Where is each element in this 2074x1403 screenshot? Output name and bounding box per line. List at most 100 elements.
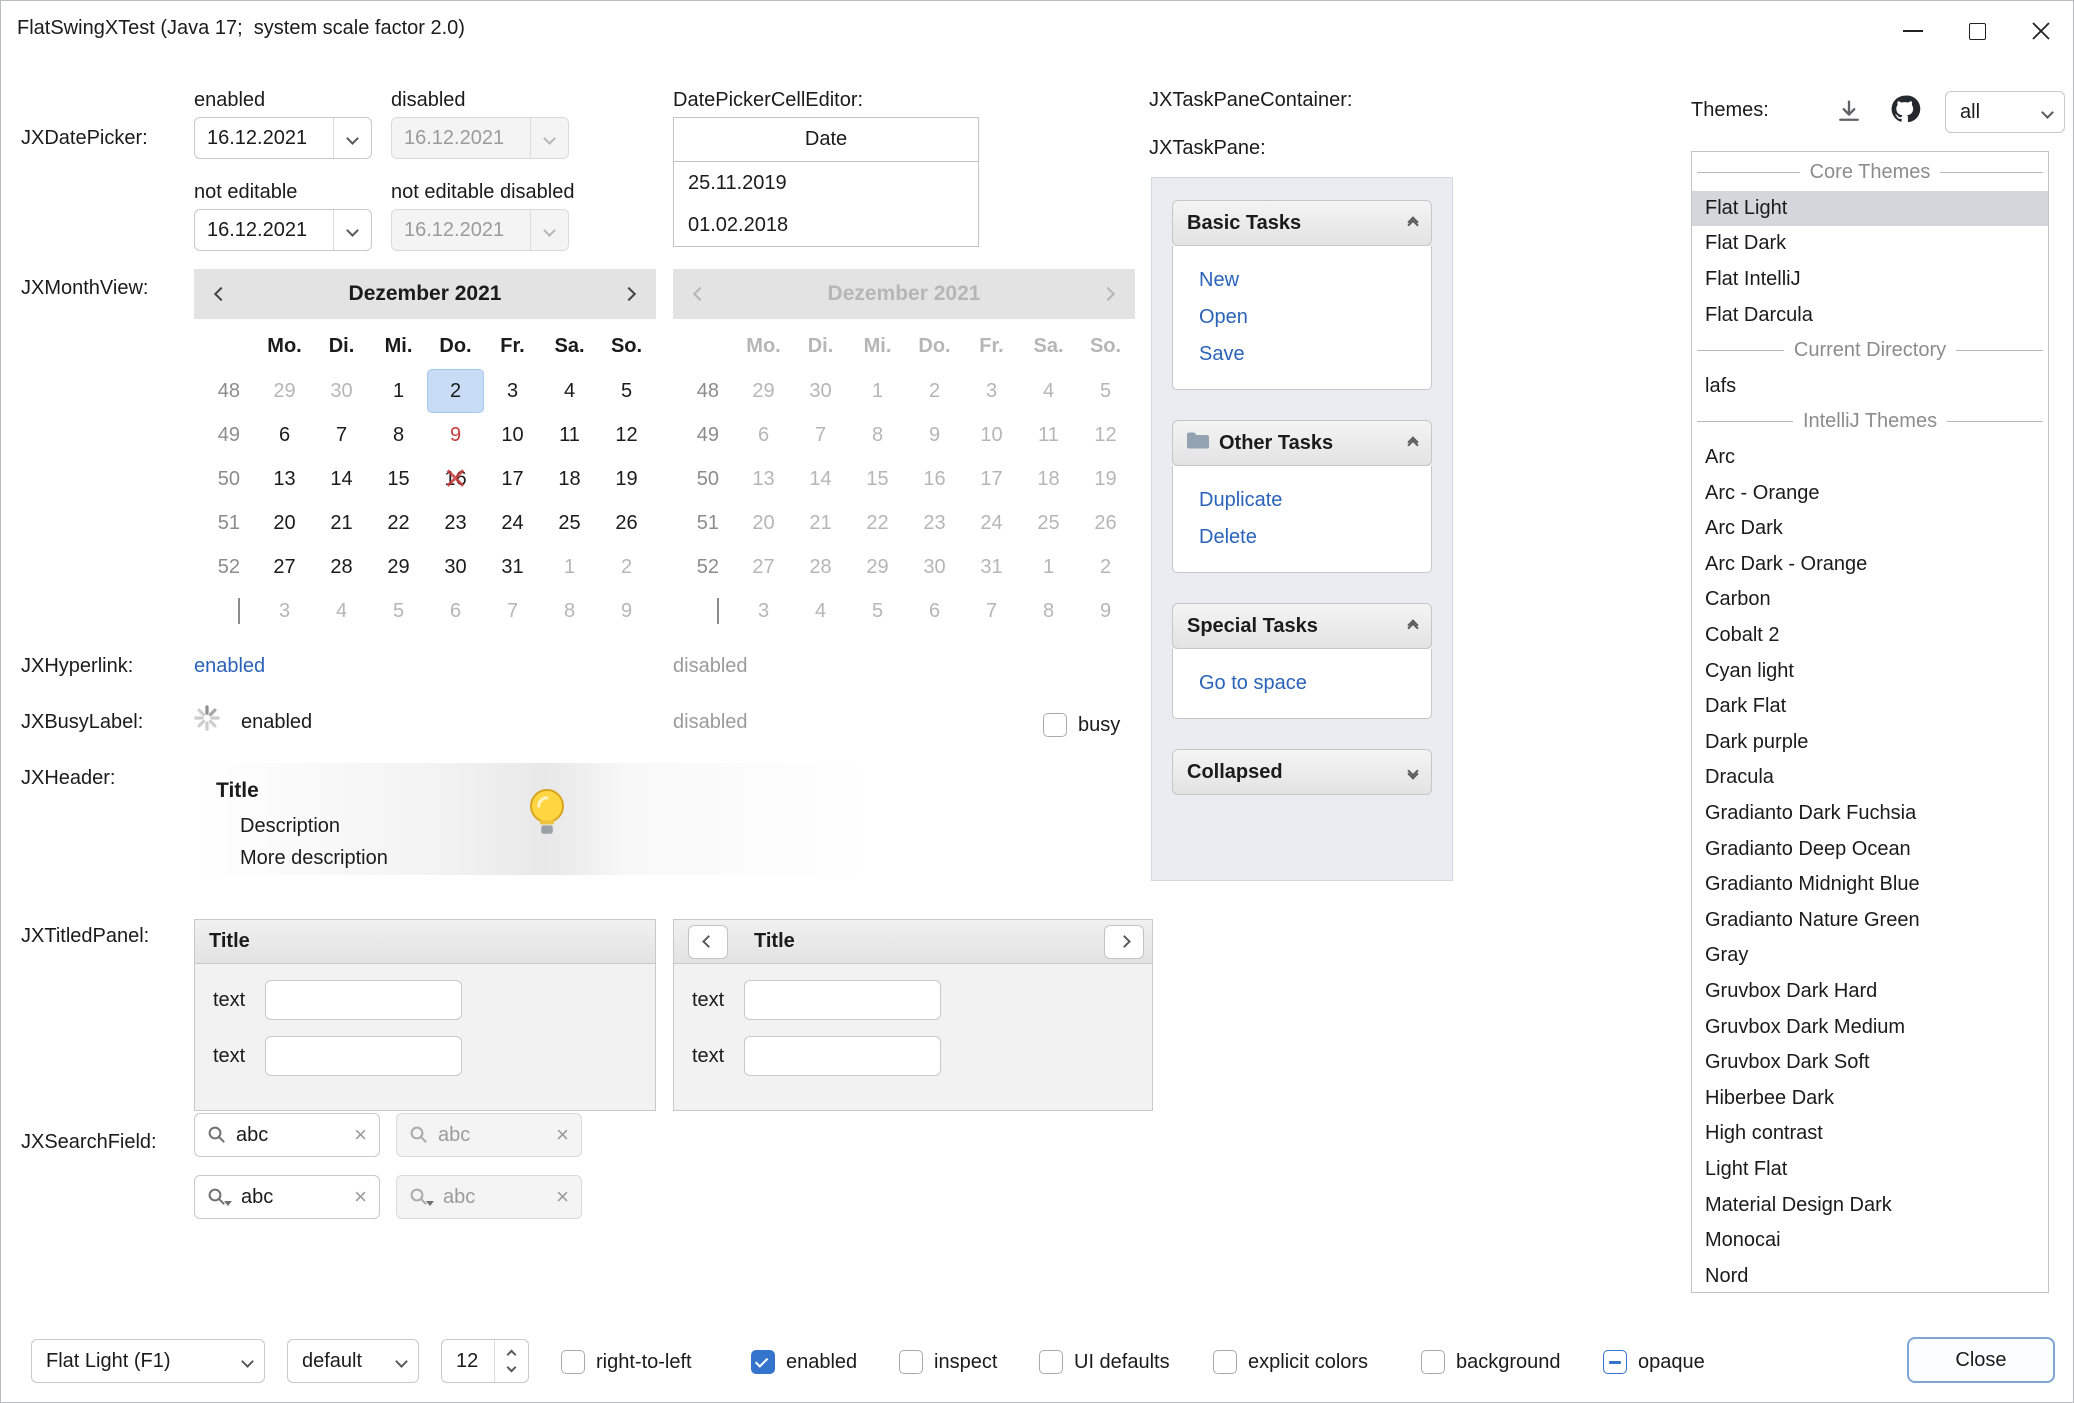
day-cell[interactable]: 3 (484, 369, 541, 413)
titlebar[interactable]: FlatSwingXTest (Java 17; system scale fa… (1, 1, 2073, 61)
day-cell[interactable]: 21 (313, 501, 370, 545)
day-cell[interactable]: 20 (256, 501, 313, 545)
checkbox-box[interactable] (561, 1350, 585, 1374)
table-row[interactable]: 01.02.2018 (674, 204, 978, 246)
theme-item-gradianto-nature-green[interactable]: Gradianto Nature Green (1692, 902, 2048, 938)
theme-item-gruvbox-dark-medium[interactable]: Gruvbox Dark Medium (1692, 1009, 2048, 1045)
theme-item-arc-orange[interactable]: Arc - Orange (1692, 475, 2048, 511)
next-month-icon[interactable] (622, 287, 636, 301)
task-link-duplicate[interactable]: Duplicate (1199, 482, 1405, 519)
chevron-double-up-icon[interactable] (1409, 440, 1417, 446)
day-cell[interactable]: 15 (370, 457, 427, 501)
datepicker-cell-editor-table[interactable]: Date 25.11.2019 01.02.2018 (673, 117, 979, 247)
datepicker-dropdown-button[interactable] (333, 210, 371, 250)
checkbox-box[interactable] (1421, 1350, 1445, 1374)
day-cell[interactable]: 28 (313, 545, 370, 589)
checkbox-ui-defaults[interactable]: UI defaults (1039, 1348, 1170, 1376)
day-cell[interactable]: 24 (484, 501, 541, 545)
close-button[interactable]: Close (1907, 1337, 2055, 1383)
chevron-double-down-icon[interactable] (1409, 769, 1417, 775)
day-cell[interactable]: 14 (313, 457, 370, 501)
clear-icon[interactable]: × (354, 1186, 367, 1208)
day-cell[interactable]: 9 (427, 413, 484, 457)
chevron-double-up-icon[interactable] (1409, 623, 1417, 629)
spinner-value[interactable]: 12 (456, 1350, 494, 1373)
day-cell[interactable]: 2 (598, 545, 655, 589)
checkbox-inspect[interactable]: inspect (899, 1348, 997, 1376)
text-input[interactable] (265, 980, 462, 1020)
day-cell[interactable]: 1 (541, 545, 598, 589)
day-cell[interactable]: 31 (484, 545, 541, 589)
theme-item-flat-light[interactable]: Flat Light (1692, 191, 2048, 227)
day-cell[interactable]: 12 (598, 413, 655, 457)
theme-item-high-contrast[interactable]: High contrast (1692, 1116, 2048, 1152)
search-input-value[interactable]: abc (236, 1124, 345, 1147)
day-cell[interactable]: 1 (370, 369, 427, 413)
day-cell[interactable]: 26 (598, 501, 655, 545)
titled-panel-prev-button[interactable] (688, 925, 728, 959)
checkbox-opaque[interactable]: opaque (1603, 1348, 1705, 1376)
day-cell[interactable]: 18 (541, 457, 598, 501)
task-link-open[interactable]: Open (1199, 299, 1405, 336)
theme-item-flat-intellij[interactable]: Flat IntelliJ (1692, 262, 2048, 298)
search-input-value[interactable]: abc (241, 1186, 345, 1209)
day-cell[interactable]: 6 (256, 413, 313, 457)
day-cell[interactable]: 8 (370, 413, 427, 457)
window-close-button[interactable] (2009, 1, 2073, 61)
theme-item-dark-flat[interactable]: Dark Flat (1692, 689, 2048, 725)
day-cell[interactable]: 16 (427, 457, 484, 501)
day-cell[interactable]: 11 (541, 413, 598, 457)
day-cell[interactable]: 5 (370, 589, 427, 633)
checkbox-right-to-left[interactable]: right-to-left (561, 1348, 692, 1376)
day-cell[interactable]: 29 (370, 545, 427, 589)
datepicker-dropdown-button[interactable] (333, 118, 371, 158)
theme-item-carbon[interactable]: Carbon (1692, 582, 2048, 618)
laf-combo[interactable]: Flat Light (F1) (31, 1339, 265, 1383)
task-link-new[interactable]: New (1199, 262, 1405, 299)
text-input[interactable] (744, 980, 941, 1020)
theme-item-gray[interactable]: Gray (1692, 938, 2048, 974)
day-cell[interactable]: 29 (256, 369, 313, 413)
theme-item-flat-darcula[interactable]: Flat Darcula (1692, 297, 2048, 333)
spinner-down-icon[interactable] (507, 1363, 517, 1373)
search-field-enabled[interactable]: abc × (194, 1113, 380, 1157)
day-cell[interactable]: 4 (541, 369, 598, 413)
day-cell[interactable]: 8 (541, 589, 598, 633)
checkbox-box[interactable] (899, 1350, 923, 1374)
datepicker-value[interactable]: 16.12.2021 (195, 127, 333, 150)
checkbox-box[interactable] (1603, 1350, 1627, 1374)
font-size-spinner[interactable]: 12 (441, 1339, 529, 1383)
theme-item-dracula[interactable]: Dracula (1692, 760, 2048, 796)
theme-item-flat-dark[interactable]: Flat Dark (1692, 226, 2048, 262)
search-menu-icon[interactable] (207, 1187, 232, 1207)
checkbox-box[interactable] (1213, 1350, 1237, 1374)
day-cell[interactable]: 6 (427, 589, 484, 633)
day-cell[interactable]: 22 (370, 501, 427, 545)
text-input[interactable] (744, 1036, 941, 1076)
task-link-delete[interactable]: Delete (1199, 519, 1405, 556)
theme-item-hiberbee-dark[interactable]: Hiberbee Dark (1692, 1080, 2048, 1116)
text-input[interactable] (265, 1036, 462, 1076)
checkbox-background[interactable]: background (1421, 1348, 1561, 1376)
theme-item-nord[interactable]: Nord (1692, 1258, 2048, 1293)
font-combo[interactable]: default (287, 1339, 419, 1383)
titled-panel-next-button[interactable] (1104, 925, 1144, 959)
day-cell[interactable]: 19 (598, 457, 655, 501)
day-cell[interactable]: 30 (313, 369, 370, 413)
github-button[interactable] (1889, 93, 1921, 125)
checkbox-busy[interactable]: busy (1043, 711, 1120, 739)
day-cell[interactable]: 23 (427, 501, 484, 545)
day-cell[interactable]: 9 (598, 589, 655, 633)
theme-item-gruvbox-dark-hard[interactable]: Gruvbox Dark Hard (1692, 974, 2048, 1010)
theme-item-light-flat[interactable]: Light Flat (1692, 1152, 2048, 1188)
day-cell[interactable]: 3 (256, 589, 313, 633)
checkbox-box[interactable] (1043, 713, 1067, 737)
datepicker-not-editable[interactable]: 16.12.2021 (194, 209, 372, 251)
taskpane-header-special-tasks[interactable]: Special Tasks (1172, 603, 1432, 649)
theme-item-arc[interactable]: Arc (1692, 440, 2048, 476)
datepicker-enabled[interactable]: 16.12.2021 (194, 117, 372, 159)
day-cell[interactable]: 30 (427, 545, 484, 589)
day-cell[interactable]: 10 (484, 413, 541, 457)
clear-icon[interactable]: × (354, 1124, 367, 1146)
theme-item-gradianto-dark-fuchsia[interactable]: Gradianto Dark Fuchsia (1692, 796, 2048, 832)
